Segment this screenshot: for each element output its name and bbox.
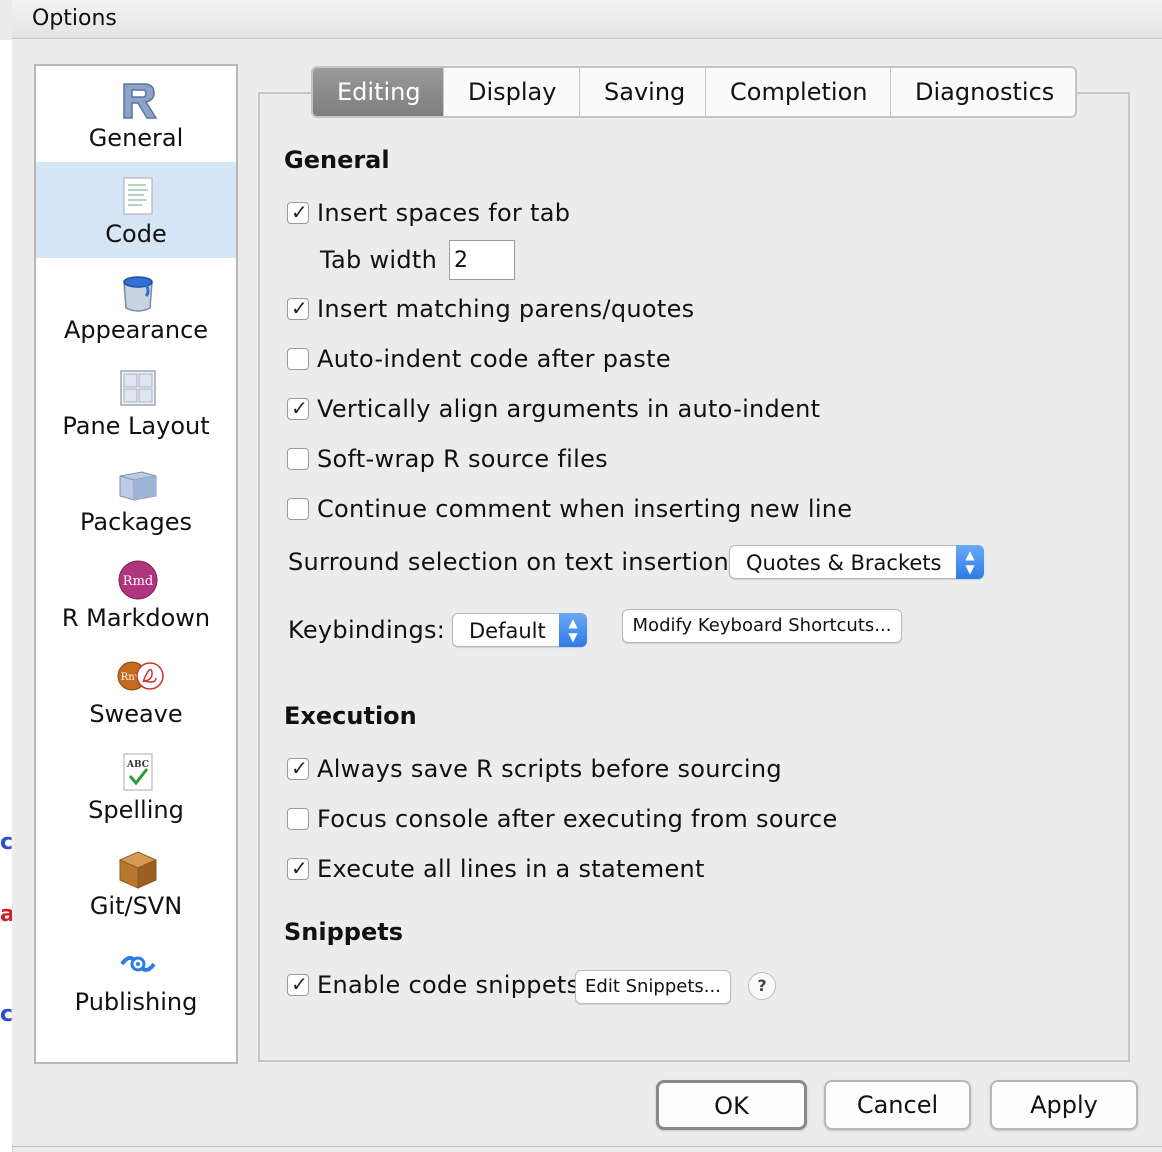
sidebar-item-label: Packages — [80, 508, 192, 536]
execute-all-lines-checkbox[interactable] — [287, 856, 309, 880]
section-heading-execution: Execution — [284, 702, 417, 730]
tab-display[interactable]: Display — [444, 68, 580, 116]
paint-bucket-icon — [123, 276, 153, 312]
keybindings-value: Default — [469, 619, 546, 643]
sidebar-item-r-markdown[interactable]: Rmd R Markdown — [36, 546, 236, 642]
category-sidebar: General Code Appearance Pane Layout Pack… — [34, 64, 238, 1064]
execute-all-lines-label: Execute all lines in a statement — [317, 855, 705, 883]
insert-spaces-label: Insert spaces for tab — [317, 199, 571, 227]
always-save-checkbox[interactable] — [287, 756, 309, 780]
cancel-button[interactable]: Cancel — [824, 1080, 971, 1130]
tab-width-label: Tab width — [320, 246, 438, 274]
surround-selection-label: Surround selection on text insertion: — [288, 548, 738, 576]
vertical-align-option[interactable]: Vertically align arguments in auto-inden… — [287, 394, 820, 424]
matching-parens-checkbox[interactable] — [287, 296, 309, 320]
continue-comment-label: Continue comment when inserting new line — [317, 495, 853, 523]
continue-comment-checkbox[interactable] — [287, 498, 309, 520]
select-arrows-icon: ▲ ▼ — [956, 545, 984, 579]
help-icon[interactable]: ? — [748, 972, 776, 1000]
execute-all-lines-option[interactable]: Execute all lines in a statement — [287, 854, 705, 884]
tab-diagnostics[interactable]: Diagnostics — [891, 68, 1075, 116]
ok-button[interactable]: OK — [656, 1080, 807, 1130]
sidebar-item-label: Pane Layout — [62, 412, 210, 440]
vertical-align-label: Vertically align arguments in auto-inden… — [317, 395, 821, 423]
sidebar-item-label: Sweave — [89, 700, 183, 728]
sidebar-item-label: R Markdown — [61, 604, 211, 632]
auto-indent-paste-option[interactable]: Auto-indent code after paste — [287, 344, 671, 374]
enable-snippets-label: Enable code snippets — [317, 971, 580, 999]
section-heading-general: General — [284, 146, 390, 174]
matching-parens-label: Insert matching parens/quotes — [317, 295, 695, 323]
sidebar-item-label: Publishing — [74, 988, 198, 1016]
sweave-pdf-icon: Rnw — [117, 661, 164, 691]
spellcheck-icon: ABC — [123, 753, 153, 791]
sidebar-item-pane-layout[interactable]: Pane Layout — [36, 354, 236, 450]
title-bar: Options — [12, 0, 1162, 39]
sidebar-item-label: General — [88, 124, 184, 152]
svg-text:Rmd: Rmd — [123, 574, 153, 589]
window-title: Options — [32, 6, 117, 31]
tab-saving[interactable]: Saving — [580, 68, 706, 116]
sidebar-item-sweave[interactable]: Rnw Sweave — [36, 642, 236, 738]
sidebar-item-general[interactable]: General — [36, 66, 236, 162]
soft-wrap-checkbox[interactable] — [287, 448, 309, 470]
git-box-icon — [118, 851, 158, 889]
section-heading-snippets: Snippets — [284, 918, 403, 946]
pane-grid-icon — [120, 370, 156, 406]
sidebar-item-git-svn[interactable]: Git/SVN — [36, 834, 236, 930]
surround-selection-select[interactable]: Quotes & Brackets ▲ ▼ — [729, 545, 984, 579]
sidebar-item-appearance[interactable]: Appearance — [36, 258, 236, 354]
auto-indent-paste-checkbox[interactable] — [287, 348, 309, 370]
sidebar-item-label: Spelling — [88, 796, 184, 824]
enable-snippets-option[interactable]: Enable code snippets — [287, 970, 579, 1000]
vertical-align-checkbox[interactable] — [287, 396, 309, 420]
sidebar-item-spelling[interactable]: ABC Spelling — [36, 738, 236, 834]
tab-editing[interactable]: Editing — [313, 68, 444, 116]
sidebar-item-label: Git/SVN — [89, 892, 183, 920]
focus-console-label: Focus console after executing from sourc… — [317, 805, 838, 833]
auto-indent-paste-label: Auto-indent code after paste — [317, 345, 671, 373]
insert-spaces-checkbox[interactable] — [287, 200, 309, 224]
editing-panel — [258, 92, 1130, 1062]
apply-button[interactable]: Apply — [990, 1080, 1138, 1130]
focus-console-checkbox[interactable] — [287, 808, 309, 830]
tab-completion[interactable]: Completion — [706, 68, 891, 116]
continue-comment-option[interactable]: Continue comment when inserting new line — [287, 494, 852, 524]
package-cube-icon — [119, 471, 157, 501]
tab-width-input[interactable]: 2 — [449, 240, 515, 280]
publishing-icon — [120, 956, 156, 972]
sidebar-item-publishing[interactable]: Publishing — [36, 930, 236, 1026]
keybindings-label: Keybindings: — [288, 616, 446, 644]
modify-keyboard-shortcuts-button[interactable]: Modify Keyboard Shortcuts... — [622, 609, 902, 643]
matching-parens-option[interactable]: Insert matching parens/quotes — [287, 294, 694, 324]
sidebar-item-packages[interactable]: Packages — [36, 450, 236, 546]
sidebar-item-label: Code — [105, 220, 167, 248]
tab-bar: Editing Display Saving Completion Diagno… — [311, 66, 1077, 118]
edit-snippets-button[interactable]: Edit Snippets... — [575, 970, 731, 1004]
always-save-option[interactable]: Always save R scripts before sourcing — [287, 754, 782, 784]
surround-selection-value: Quotes & Brackets — [746, 551, 942, 575]
rmarkdown-icon: Rmd — [118, 560, 158, 600]
sidebar-item-code[interactable]: Code — [36, 162, 236, 258]
soft-wrap-option[interactable]: Soft-wrap R source files — [287, 444, 608, 474]
select-arrows-icon: ▲ ▼ — [559, 613, 587, 647]
r-logo-icon — [123, 83, 158, 119]
focus-console-option[interactable]: Focus console after executing from sourc… — [287, 804, 838, 834]
keybindings-select[interactable]: Default ▲ ▼ — [452, 613, 587, 647]
soft-wrap-label: Soft-wrap R source files — [317, 445, 608, 473]
sidebar-item-label: Appearance — [63, 316, 209, 344]
insert-spaces-option[interactable]: Insert spaces for tab — [287, 198, 570, 228]
code-document-icon — [123, 177, 153, 215]
always-save-label: Always save R scripts before sourcing — [317, 755, 782, 783]
enable-snippets-checkbox[interactable] — [287, 972, 309, 996]
